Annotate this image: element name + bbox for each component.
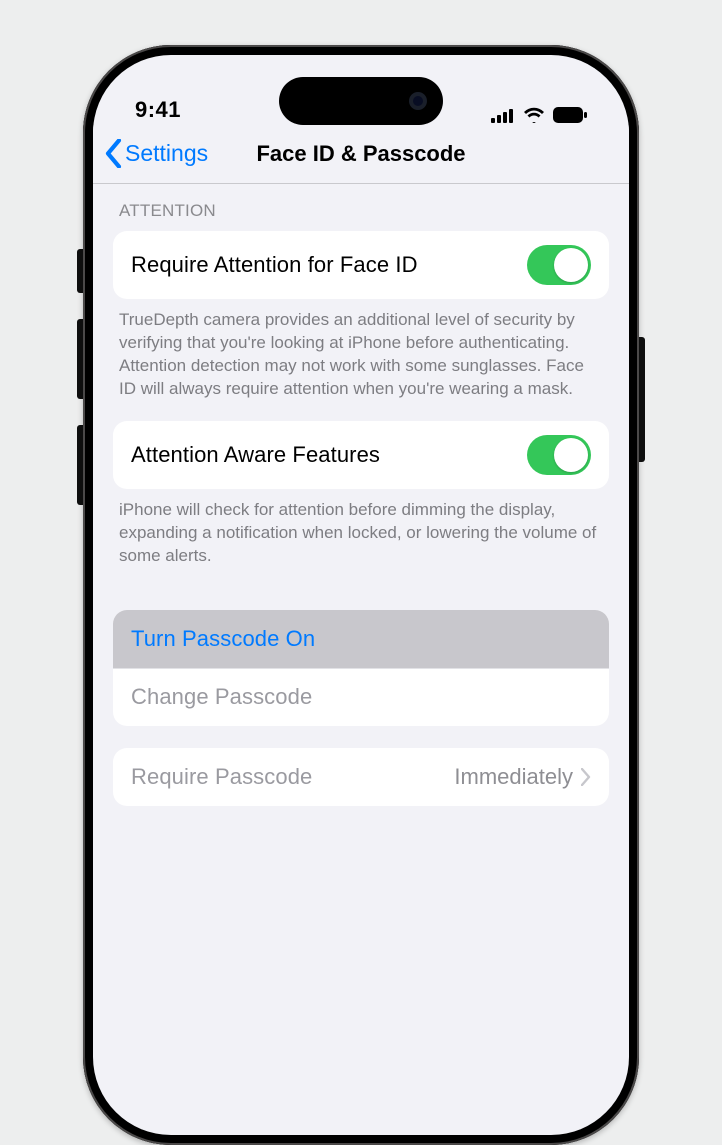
page-title: Face ID & Passcode [256, 141, 465, 167]
side-buttons-left [77, 249, 83, 531]
wifi-icon [523, 107, 545, 123]
require-attention-label: Require Attention for Face ID [131, 252, 418, 278]
phone-frame: 9:41 [83, 45, 639, 1145]
nav-bar: Settings Face ID & Passcode [93, 125, 629, 183]
back-button[interactable]: Settings [105, 139, 208, 168]
section-header-attention: Attention [93, 184, 629, 231]
screen: 9:41 [93, 55, 629, 1135]
attention-aware-label: Attention Aware Features [131, 442, 380, 468]
row-require-passcode[interactable]: Require Passcode Immediately [113, 748, 609, 806]
group-attention-aware: Attention Aware Features [113, 421, 609, 489]
turn-passcode-on-label: Turn Passcode On [131, 626, 315, 652]
dynamic-island [279, 77, 443, 125]
chevron-right-icon [581, 768, 591, 786]
group-require-passcode: Require Passcode Immediately [113, 748, 609, 806]
battery-icon [553, 107, 587, 123]
row-attention-aware[interactable]: Attention Aware Features [113, 421, 609, 489]
require-passcode-value: Immediately [454, 764, 573, 790]
require-attention-toggle[interactable] [527, 245, 591, 285]
back-label: Settings [125, 140, 208, 167]
content: Attention Require Attention for Face ID … [93, 184, 629, 806]
cellular-icon [491, 108, 515, 123]
group-passcode-actions: Turn Passcode On Change Passcode [113, 610, 609, 726]
row-change-passcode[interactable]: Change Passcode [113, 668, 609, 726]
side-buttons-right [639, 337, 645, 462]
status-time: 9:41 [135, 97, 181, 123]
attention-aware-note: iPhone will check for attention before d… [93, 489, 629, 588]
row-turn-passcode-on[interactable]: Turn Passcode On [113, 610, 609, 668]
require-passcode-label: Require Passcode [131, 764, 312, 790]
attention-aware-toggle[interactable] [527, 435, 591, 475]
row-require-attention[interactable]: Require Attention for Face ID [113, 231, 609, 299]
require-attention-note: TrueDepth camera provides an additional … [93, 299, 629, 421]
change-passcode-label: Change Passcode [131, 684, 312, 710]
front-camera-icon [409, 92, 427, 110]
group-require-attention: Require Attention for Face ID [113, 231, 609, 299]
status-icons [491, 107, 587, 123]
chevron-left-icon [105, 139, 122, 168]
